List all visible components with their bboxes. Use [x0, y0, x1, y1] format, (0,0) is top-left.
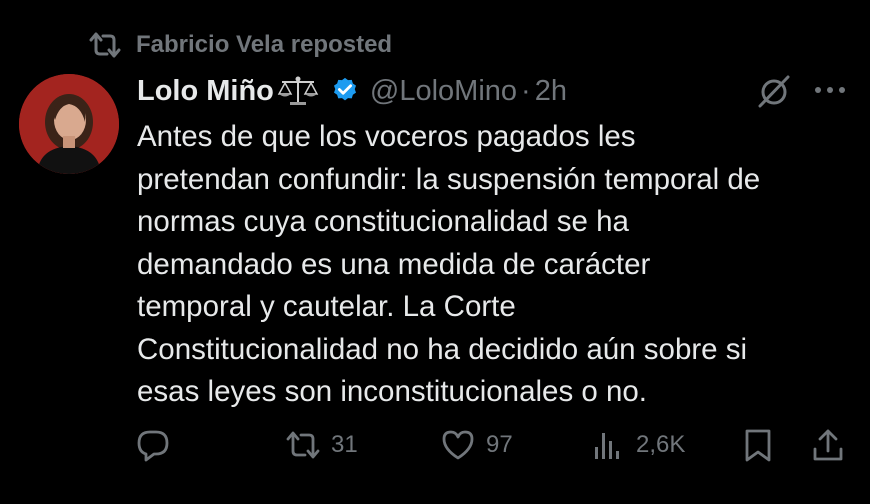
more-options-icon[interactable]	[812, 80, 848, 100]
verified-badge-icon[interactable]	[330, 76, 360, 106]
bookmark-button[interactable]	[740, 420, 776, 470]
grok-icon[interactable]	[755, 72, 793, 110]
views-button[interactable]: 2,6K	[590, 420, 685, 470]
like-count: 97	[486, 431, 513, 458]
avatar-photo	[19, 74, 119, 174]
heart-icon	[442, 430, 474, 460]
separator-dot: ·	[521, 74, 531, 107]
action-bar: 31 97 2,6K	[0, 420, 870, 470]
repost-button[interactable]: 31	[285, 420, 358, 470]
tweet-text: Antes de que los voceros pagados les pre…	[137, 120, 761, 408]
repost-header[interactable]: Fabricio Vela reposted	[88, 28, 392, 62]
author-handle[interactable]: @LoloMino	[370, 75, 517, 108]
timestamp[interactable]: 2h	[535, 75, 567, 108]
view-count: 2,6K	[636, 431, 686, 458]
views-chart-icon	[595, 433, 619, 459]
like-button[interactable]: 97	[440, 420, 513, 470]
share-icon	[813, 429, 843, 461]
share-button[interactable]	[810, 420, 846, 470]
avatar[interactable]	[19, 74, 119, 174]
repost-label: Fabricio Vela reposted	[136, 31, 393, 58]
repost-icon	[89, 32, 121, 58]
tweet-header: Lolo Miño @LoloMino · 2h	[137, 70, 567, 112]
repost-count: 31	[331, 431, 358, 458]
reply-button[interactable]	[135, 420, 181, 470]
bookmark-icon	[745, 429, 771, 462]
reply-icon	[137, 430, 169, 462]
scale-icon	[277, 76, 319, 105]
author-name[interactable]: Lolo Miño	[137, 75, 274, 108]
repost-action-icon	[286, 431, 320, 459]
